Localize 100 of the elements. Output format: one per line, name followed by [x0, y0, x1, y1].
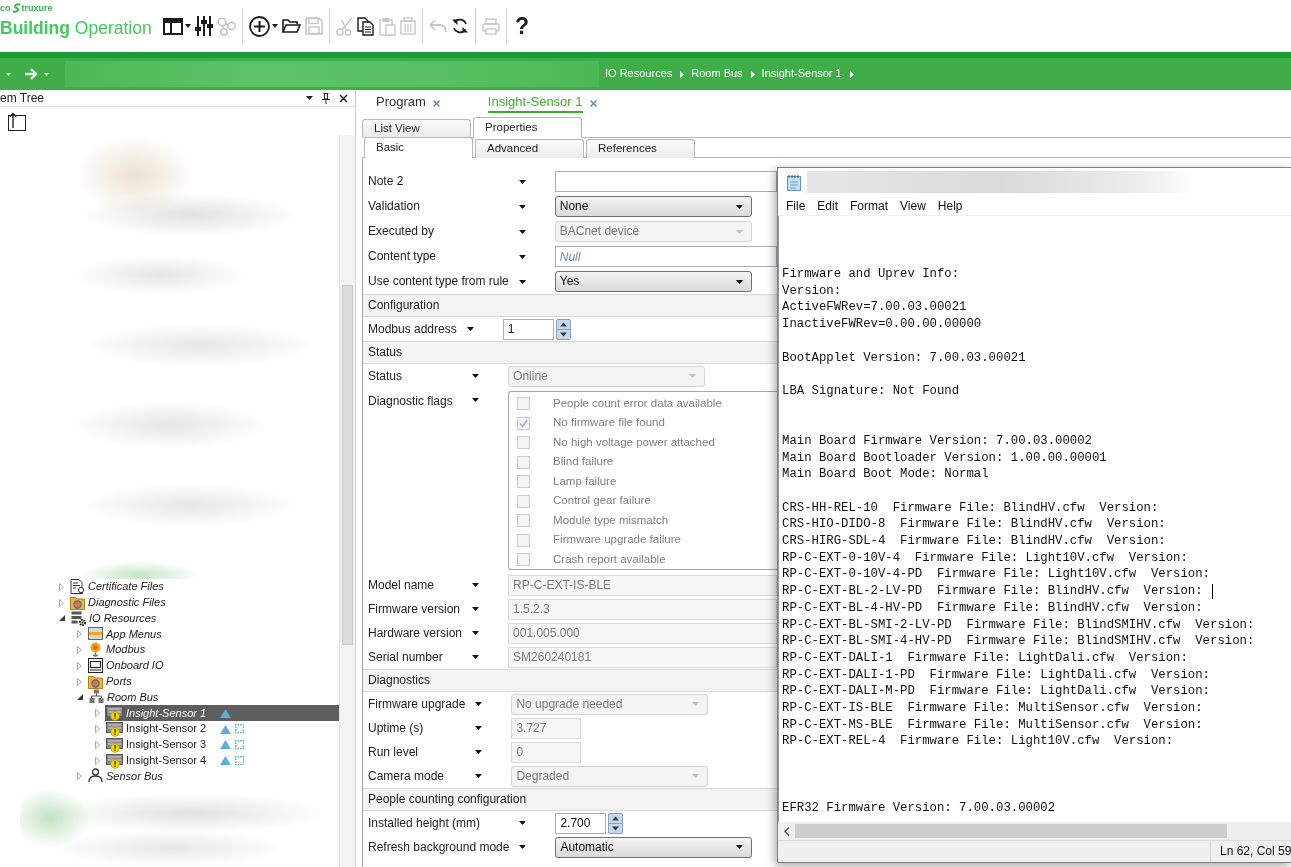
tree-item[interactable]: Insight-Sensor 1: [105, 705, 339, 722]
caret-right-icon[interactable]: [77, 661, 82, 670]
caret-icon[interactable]: [519, 845, 527, 849]
caret-down-icon[interactable]: [77, 694, 83, 701]
caret-icon[interactable]: [472, 398, 480, 402]
tree-item[interactable]: Room Bus: [88, 689, 339, 706]
number-field[interactable]: 2.700: [555, 812, 607, 834]
caret-right-icon[interactable]: [59, 598, 64, 607]
device-warning-icon: [106, 736, 123, 753]
forward-button[interactable]: [24, 68, 38, 80]
tab[interactable]: Properties: [473, 117, 582, 138]
spin-buttons[interactable]: [608, 812, 624, 834]
open-folder-icon: [282, 18, 301, 34]
board-icon: [88, 657, 103, 674]
caret-right-icon[interactable]: [680, 70, 685, 78]
caret-icon[interactable]: [472, 655, 480, 659]
caret-icon[interactable]: [472, 374, 480, 378]
text-field[interactable]: [554, 171, 777, 192]
caret-icon[interactable]: [475, 774, 483, 778]
section-header: Diagnostics: [363, 669, 777, 692]
tab[interactable]: Basic: [364, 137, 473, 158]
logo-text: truxure: [21, 3, 53, 13]
close-icon[interactable]: [339, 93, 348, 103]
caret-icon[interactable]: [472, 607, 480, 611]
product-title: Building Operation: [0, 17, 153, 39]
caret-right-icon[interactable]: [77, 677, 82, 686]
tree-item[interactable]: Insight-Sensor 3: [105, 736, 339, 753]
caret-left-icon[interactable]: [784, 826, 790, 836]
caret-icon[interactable]: [518, 279, 526, 284]
caret-icon[interactable]: [306, 96, 313, 100]
tree-item[interactable]: App Menus: [87, 626, 339, 643]
logo-text: co: [0, 3, 11, 13]
caret-icon[interactable]: [472, 631, 480, 635]
caret-icon[interactable]: [735, 204, 743, 209]
caret-right-icon[interactable]: [59, 582, 64, 591]
caret-right-icon[interactable]: [77, 772, 82, 781]
caret-icon[interactable]: [475, 726, 483, 730]
status-text: Ln 62, Col 59: [1220, 844, 1291, 859]
scrollbar-thumb[interactable]: [795, 824, 1227, 838]
caret-right-icon[interactable]: [77, 630, 82, 639]
caret-icon[interactable]: [475, 702, 483, 706]
dropdown[interactable]: Automatic: [555, 836, 753, 858]
property-label: Validation: [368, 199, 420, 214]
menu-item[interactable]: View: [894, 196, 932, 215]
caret-right-icon[interactable]: [95, 740, 100, 749]
tab[interactable]: List View: [362, 119, 471, 138]
go-up-button[interactable]: [8, 112, 26, 131]
logo-mark-icon: [11, 3, 21, 13]
document-tab[interactable]: Program: [376, 90, 440, 117]
dropdown[interactable]: None: [554, 196, 752, 217]
help-button[interactable]: ?: [512, 12, 533, 40]
caret-icon[interactable]: [466, 327, 474, 331]
scissors-icon: [336, 16, 353, 36]
caret-icon[interactable]: [475, 750, 483, 754]
tree-item[interactable]: Insight-Sensor 4: [105, 752, 339, 769]
caret-icon[interactable]: [519, 821, 527, 825]
tree-item[interactable]: Insight-Sensor 2: [105, 721, 339, 737]
menu-item[interactable]: Edit: [811, 196, 845, 215]
number-field[interactable]: 1: [502, 318, 554, 340]
caret-right-icon[interactable]: [95, 756, 100, 765]
triangle-icon: [220, 724, 231, 734]
caret-icon[interactable]: [472, 583, 480, 587]
tab[interactable]: Advanced: [475, 139, 584, 158]
certificate-icon: [70, 578, 85, 595]
nodes-icon: [217, 16, 236, 36]
menu-item[interactable]: Format: [844, 196, 895, 215]
caret-right-icon[interactable]: [95, 709, 100, 718]
property-label: Model name: [368, 577, 435, 592]
text-line: Main Board Boot Mode: Normal: [782, 466, 989, 483]
caret-icon[interactable]: [518, 229, 526, 234]
property-label: Refresh background mode: [368, 839, 510, 854]
caret-right-icon[interactable]: [750, 70, 755, 78]
spin-buttons[interactable]: [555, 318, 571, 340]
caret-right-icon[interactable]: [77, 646, 82, 655]
caret-right-icon[interactable]: [95, 725, 100, 734]
caret-icon[interactable]: [735, 279, 743, 284]
text-field[interactable]: Null: [554, 246, 777, 267]
tree-item[interactable]: Diagnostic Files: [69, 594, 339, 611]
caret-icon[interactable]: [736, 845, 744, 849]
menu-item[interactable]: Help: [931, 196, 969, 215]
pin-icon[interactable]: [322, 92, 330, 104]
section-header: People counting configuration: [363, 788, 777, 811]
tree-item[interactable]: IO Resources: [70, 610, 339, 627]
dropdown[interactable]: Yes: [554, 271, 752, 292]
checkbox-label: Firmware upgrade failure: [553, 533, 681, 548]
section-header: Status: [363, 341, 777, 364]
tree-item[interactable]: Modbus: [87, 642, 339, 658]
tree-item[interactable]: Ports: [87, 673, 339, 690]
caret-icon[interactable]: [518, 254, 526, 259]
tab[interactable]: References: [586, 139, 695, 158]
menu-item[interactable]: File: [780, 196, 812, 215]
caret-icon[interactable]: [518, 179, 526, 184]
tree-item[interactable]: Sensor Bus: [87, 768, 339, 785]
caret-right-icon[interactable]: [849, 70, 854, 78]
window-layout-icon: [163, 17, 183, 35]
caret-icon[interactable]: [518, 204, 526, 209]
tree-item[interactable]: Onboard IO: [87, 658, 339, 674]
tree-item[interactable]: Certificate Files: [69, 579, 339, 595]
caret-down-icon[interactable]: [59, 615, 65, 622]
scrollbar-thumb[interactable]: [342, 285, 353, 645]
